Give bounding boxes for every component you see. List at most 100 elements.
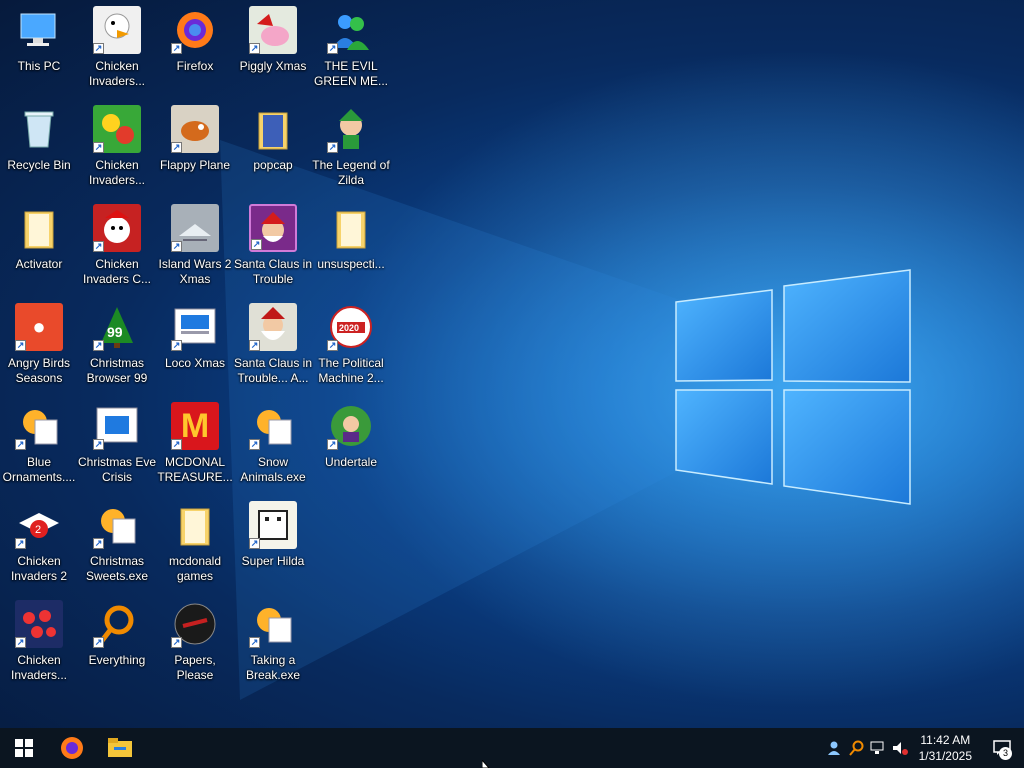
folder-icon (15, 204, 63, 252)
screensaver-icon: ↗ (93, 501, 141, 549)
desktop-icon-christmas-browser-99[interactable]: 99 ↗ Christmas Browser 99 (78, 297, 156, 393)
desktop-icon-santa-claus-in-trouble-a[interactable]: ↗ Santa Claus in Trouble... A... (234, 297, 312, 393)
shortcut-arrow-icon: ↗ (93, 439, 104, 450)
shortcut-arrow-icon: ↗ (93, 637, 104, 648)
folder-icon (249, 105, 297, 153)
icon-label: Chicken Invaders... (88, 59, 146, 88)
shortcut-arrow-icon: ↗ (327, 340, 338, 351)
clock-date: 1/31/2025 (918, 749, 972, 763)
desktop-icon-this-pc[interactable]: This PC (0, 0, 78, 96)
icon-label: Christmas Browser 99 (86, 356, 148, 385)
game-icon: ↗ (171, 204, 219, 252)
desktop-icon-firefox[interactable]: ↗ Firefox (156, 0, 234, 96)
desktop-icon-christmas-sweets[interactable]: ↗ Christmas Sweets.exe (78, 495, 156, 591)
shortcut-arrow-icon: ↗ (171, 43, 182, 54)
desktop-icon-angry-birds[interactable]: ● ↗ Angry Birds Seasons (0, 297, 78, 393)
people-icon[interactable] (823, 728, 845, 768)
icon-label: Firefox (176, 59, 214, 73)
icon-label: Taking a Break.exe (245, 653, 301, 682)
icon-label: Activator (15, 257, 63, 271)
system-tray: 11:42 AM 1/31/2025 3 (823, 728, 1024, 768)
shortcut-arrow-icon: ↗ (15, 538, 26, 549)
icon-label: Christmas Sweets.exe (85, 554, 149, 583)
icon-label: Everything (88, 653, 146, 667)
desktop-icon-chicken-invaders-a[interactable]: ↗ Chicken Invaders... (78, 0, 156, 96)
shortcut-arrow-icon: ↗ (171, 340, 182, 351)
icon-label: Super Hilda (241, 554, 305, 568)
svg-text:99: 99 (107, 324, 123, 340)
icon-label: Snow Animals.exe (240, 455, 306, 484)
volume-muted-icon[interactable] (889, 728, 911, 768)
desktop-icon-blue-ornaments[interactable]: ↗ Blue Ornaments.... (0, 396, 78, 492)
shortcut-arrow-icon: ↗ (249, 43, 260, 54)
desktop-icon-piggly-xmas[interactable]: ↗ Piggly Xmas (234, 0, 312, 96)
chicken-invaders-icon: ↗ (93, 105, 141, 153)
shortcut-arrow-icon: ↗ (171, 637, 182, 648)
icon-label: Santa Claus in Trouble (233, 257, 313, 286)
desktop-icon-island-wars-2-xmas[interactable]: ↗ Island Wars 2 Xmas (156, 198, 234, 294)
icon-label: Santa Claus in Trouble... A... (233, 356, 313, 385)
desktop-icon-santa-claus-in-trouble[interactable]: ↗ Santa Claus in Trouble (234, 198, 312, 294)
santa-icon: ↗ (249, 204, 297, 252)
shortcut-arrow-icon: ↗ (249, 637, 260, 648)
icon-label: This PC (17, 59, 61, 73)
shortcut-arrow-icon: ↗ (15, 439, 26, 450)
desktop-icon-flappy-plane[interactable]: ↗ Flappy Plane (156, 99, 234, 195)
shortcut-arrow-icon: ↗ (327, 142, 338, 153)
taskbar-clock[interactable]: 11:42 AM 1/31/2025 (911, 732, 980, 764)
desktop-icon-undertale[interactable]: ↗ Undertale (312, 396, 390, 492)
desktop-icon-activator[interactable]: Activator (0, 198, 78, 294)
clock-time: 11:42 AM (920, 733, 971, 747)
desktop-icon-recycle-bin[interactable]: Recycle Bin (0, 99, 78, 195)
desktop-icon-chicken-invaders-c[interactable]: ↗ Chicken Invaders C... (78, 198, 156, 294)
taskbar-firefox-button[interactable] (48, 728, 96, 768)
icon-label: unsuspecti... (317, 257, 385, 271)
start-button[interactable] (0, 728, 48, 768)
angry-birds-icon: ● ↗ (15, 303, 63, 351)
messenger-icon: ↗ (327, 6, 375, 54)
firefox-taskbar-icon (61, 737, 83, 759)
screensaver-icon: ↗ (249, 402, 297, 450)
desktop-icon-political-machine[interactable]: 2020 ↗ The Political Machine 2... (312, 297, 390, 393)
desktop-icon-mcdonald-games[interactable]: mcdonald games (156, 495, 234, 591)
shortcut-arrow-icon: ↗ (249, 439, 260, 450)
desktop-icon-papers-please[interactable]: ↗ Papers, Please (156, 594, 234, 690)
icon-label: The Political Machine 2... (318, 356, 384, 385)
network-icon[interactable] (867, 728, 889, 768)
game-icon: ↗ (171, 105, 219, 153)
desktop-icon-taking-a-break[interactable]: ↗ Taking a Break.exe (234, 594, 312, 690)
game-icon: ↗ (249, 501, 297, 549)
icon-label: Chicken Invaders... (88, 158, 146, 187)
shortcut-arrow-icon: ↗ (249, 538, 260, 549)
desktop-icon-loco-xmas[interactable]: ↗ Loco Xmas (156, 297, 234, 393)
shortcut-arrow-icon: ↗ (251, 239, 262, 250)
desktop-icon-the-evil-green-me[interactable]: ↗ THE EVIL GREEN ME... (312, 0, 390, 96)
icon-label: The Legend of Zilda (312, 158, 390, 187)
chicken-invaders-icon: ↗ (93, 204, 141, 252)
desktop-icon-mcdonal-treasure[interactable]: M ↗ MCDONAL TREASURE... (156, 396, 234, 492)
desktop-icon-christmas-eve-crisis[interactable]: ↗ Christmas Eve Crisis (78, 396, 156, 492)
desktop-icon-popcap[interactable]: popcap (234, 99, 312, 195)
desktop-icon-everything[interactable]: ↗ Everything (78, 594, 156, 690)
action-center-button[interactable]: 3 (980, 728, 1024, 768)
desktop-icon-legend-of-zilda[interactable]: ↗ The Legend of Zilda (312, 99, 390, 195)
icon-label: Flappy Plane (159, 158, 231, 172)
desktop-icon-super-hilda[interactable]: ↗ Super Hilda (234, 495, 312, 591)
santa-icon: ↗ (249, 303, 297, 351)
desktop-icon-snow-animals[interactable]: ↗ Snow Animals.exe (234, 396, 312, 492)
icon-label: Chicken Invaders 2 (10, 554, 68, 583)
everything-tray-icon[interactable] (845, 728, 867, 768)
folder-icon (327, 204, 375, 252)
notification-badge: 3 (999, 747, 1012, 760)
desktop-icon-chicken-invaders-c1[interactable]: ↗ Chicken Invaders... (0, 594, 78, 690)
folder-icon (171, 501, 219, 549)
shortcut-arrow-icon: ↗ (15, 637, 26, 648)
icon-label: Angry Birds Seasons (7, 356, 71, 385)
desktop-icon-unsuspecti[interactable]: unsuspecti... (312, 198, 390, 294)
shortcut-arrow-icon: ↗ (93, 340, 104, 351)
taskbar-file-explorer-button[interactable] (96, 728, 144, 768)
icon-label: Blue Ornaments.... (2, 455, 76, 484)
shortcut-arrow-icon: ↗ (93, 538, 104, 549)
desktop-icon-chicken-invaders-b[interactable]: ↗ Chicken Invaders... (78, 99, 156, 195)
desktop-icon-chicken-invaders-2[interactable]: 2 ↗ Chicken Invaders 2 (0, 495, 78, 591)
